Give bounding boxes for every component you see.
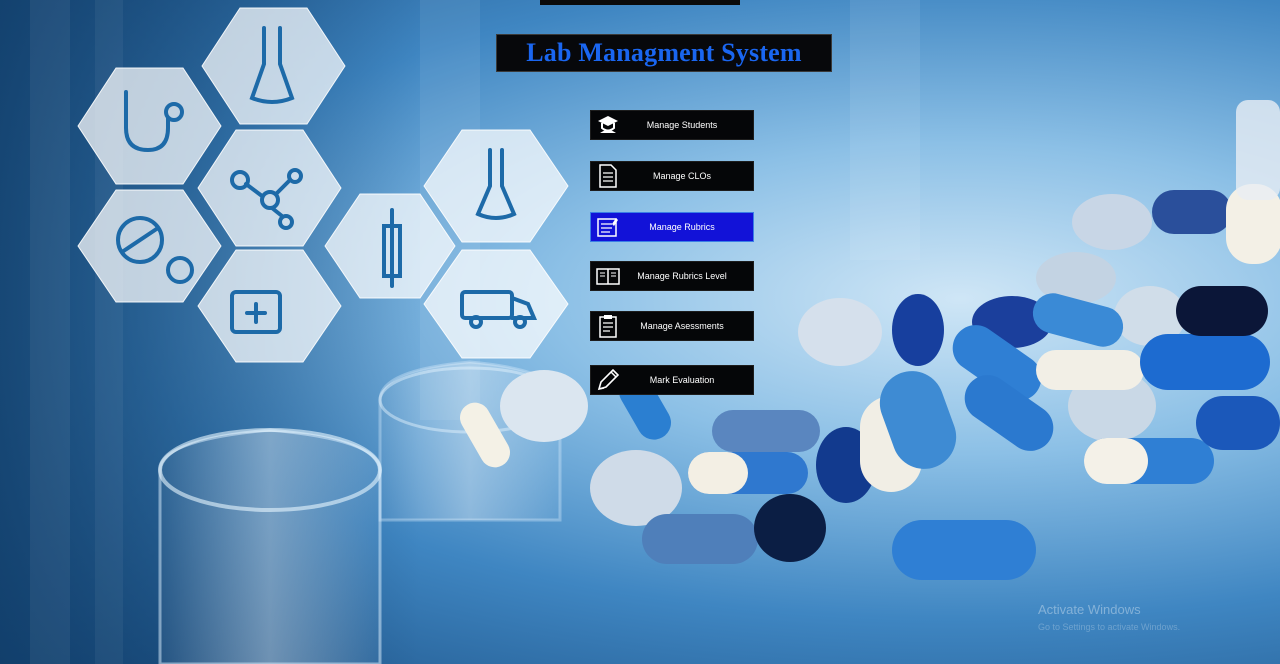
rubric-icon: [595, 214, 621, 240]
pencil-icon: [595, 367, 621, 393]
menu-label: Mark Evaluation: [649, 375, 715, 385]
manage-rubrics-button[interactable]: Manage Rubrics: [590, 212, 754, 242]
document-icon: [595, 163, 621, 189]
manage-assessments-button[interactable]: Manage Asessments: [590, 311, 754, 341]
manage-clos-button[interactable]: Manage CLOs: [590, 161, 754, 191]
activate-windows-subtext: Go to Settings to activate Windows.: [1038, 622, 1181, 632]
menu-label: Manage Rubrics Level: [637, 271, 727, 281]
clipboard-icon: [595, 313, 621, 339]
student-cap-icon: [595, 112, 621, 138]
book-icon: [595, 263, 621, 289]
app-title-banner: Lab Managment System: [496, 34, 832, 72]
menu-label: Manage Rubrics: [649, 222, 715, 232]
activate-windows-watermark: Activate Windows: [1038, 602, 1141, 617]
mark-evaluation-button[interactable]: Mark Evaluation: [590, 365, 754, 395]
manage-students-button[interactable]: Manage Students: [590, 110, 754, 140]
top-edge-strip: [540, 0, 740, 5]
app-title: Lab Managment System: [526, 38, 802, 67]
menu-label: Manage Asessments: [640, 321, 724, 331]
menu-label: Manage CLOs: [652, 171, 712, 181]
menu-label: Manage Students: [646, 120, 718, 130]
manage-rubrics-level-button[interactable]: Manage Rubrics Level: [590, 261, 754, 291]
